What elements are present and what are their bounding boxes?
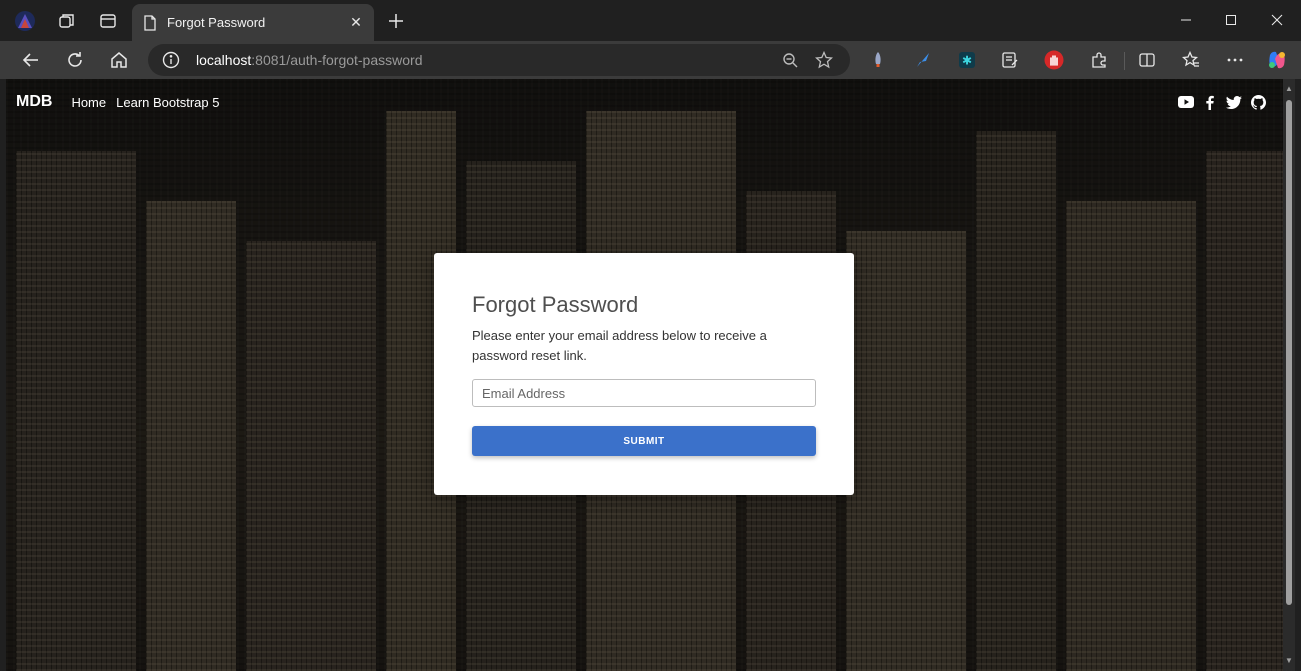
extension-hand-icon[interactable] xyxy=(1043,49,1065,71)
maximize-button[interactable] xyxy=(1208,0,1254,40)
navbar-brand[interactable]: MDB xyxy=(16,93,52,111)
scroll-down-icon[interactable]: ▼ xyxy=(1285,657,1293,665)
nav-link-home[interactable]: Home xyxy=(71,95,106,110)
profile-icon[interactable] xyxy=(13,9,37,33)
page-icon xyxy=(142,14,158,31)
browser-toolbar: localhost:8081/auth-forgot-password ✱ xyxy=(0,41,1301,79)
close-window-button[interactable] xyxy=(1254,0,1300,40)
github-icon[interactable] xyxy=(1250,94,1266,110)
submit-button[interactable]: SUBMIT xyxy=(472,426,816,456)
email-input[interactable] xyxy=(472,379,816,407)
forgot-password-card: Forgot Password Please enter your email … xyxy=(434,253,854,495)
site-navbar: MDB Home Learn Bootstrap 5 xyxy=(6,79,1283,125)
tab-forgot-password[interactable]: Forgot Password ✕ xyxy=(132,4,374,41)
extension-snowflake-icon[interactable]: ✱ xyxy=(956,49,978,71)
nav-link-learn-bootstrap[interactable]: Learn Bootstrap 5 xyxy=(116,95,219,110)
more-options-icon[interactable] xyxy=(1224,49,1246,71)
scrollbar-thumb[interactable] xyxy=(1286,100,1292,605)
extension-feather-icon[interactable] xyxy=(912,49,934,71)
home-button[interactable] xyxy=(105,46,133,74)
page-viewport: MDB Home Learn Bootstrap 5 ▲ ▼ Forgot Pa… xyxy=(6,79,1295,671)
close-tab-icon[interactable]: ✕ xyxy=(342,9,370,37)
minimize-button[interactable] xyxy=(1163,0,1209,40)
url-host: localhost xyxy=(196,52,252,68)
star-icon[interactable] xyxy=(810,46,838,74)
reload-button[interactable] xyxy=(61,46,89,74)
page-scrollbar[interactable]: ▲ ▼ xyxy=(1283,79,1295,671)
copilot-icon[interactable] xyxy=(1266,49,1288,71)
svg-text:✱: ✱ xyxy=(962,54,972,68)
scroll-up-icon[interactable]: ▲ xyxy=(1285,85,1293,93)
new-tab-button[interactable] xyxy=(384,9,408,33)
card-title: Forgot Password xyxy=(472,292,639,317)
toolbar-divider xyxy=(1124,52,1125,70)
split-screen-icon[interactable] xyxy=(1136,49,1158,71)
url-path: :8081/auth-forgot-password xyxy=(251,52,423,68)
back-button[interactable] xyxy=(17,46,45,74)
favorites-icon[interactable] xyxy=(1180,49,1202,71)
youtube-icon[interactable] xyxy=(1178,94,1194,110)
extension-rocket-icon[interactable] xyxy=(867,49,889,71)
site-info-icon[interactable] xyxy=(161,50,181,70)
address-bar[interactable]: localhost:8081/auth-forgot-password xyxy=(148,44,850,76)
browser-titlebar: Forgot Password ✕ xyxy=(0,0,1301,41)
twitter-icon[interactable] xyxy=(1226,94,1242,110)
extensions-puzzle-icon[interactable] xyxy=(1088,49,1110,71)
zoom-out-icon[interactable] xyxy=(776,46,804,74)
workspaces-icon[interactable] xyxy=(55,9,79,33)
card-description: Please enter your email address below to… xyxy=(472,328,767,363)
extension-notes-icon[interactable] xyxy=(999,49,1021,71)
url-text[interactable]: localhost:8081/auth-forgot-password xyxy=(196,52,776,68)
tab-title: Forgot Password xyxy=(167,15,266,30)
tab-actions-icon[interactable] xyxy=(96,9,120,33)
facebook-icon[interactable] xyxy=(1202,94,1218,110)
